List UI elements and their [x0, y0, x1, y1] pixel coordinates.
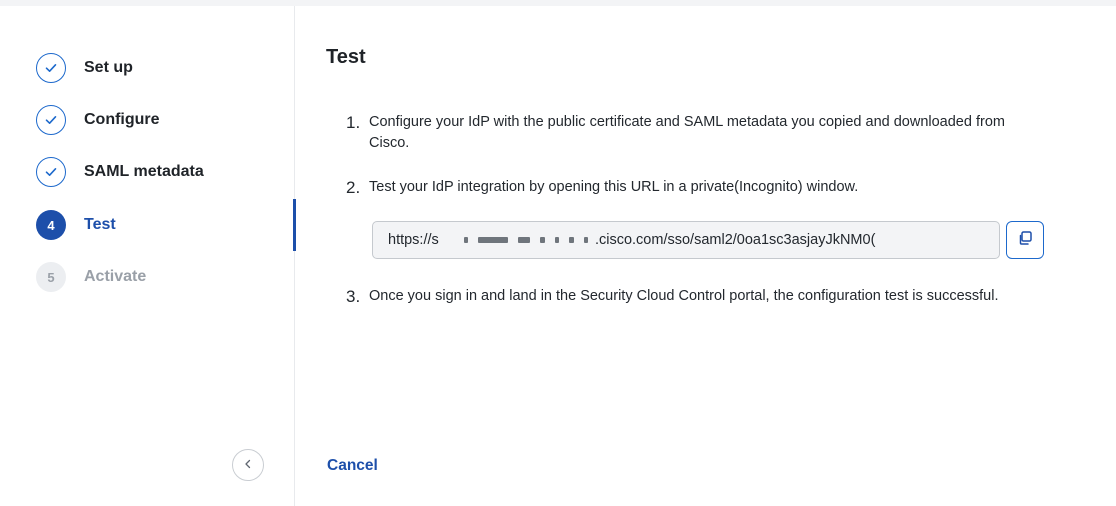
cancel-button[interactable]: Cancel — [327, 457, 378, 475]
copy-icon — [1017, 230, 1033, 251]
copy-url-button[interactable] — [1006, 221, 1044, 259]
instruction-item: 1. Configure your IdP with the public ce… — [346, 112, 1006, 154]
test-url-field[interactable]: https://s .cisco.com/sso/saml2/0oa1sc3as… — [372, 221, 1000, 259]
check-circle-icon — [36, 157, 66, 187]
url-suffix: .cisco.com/sso/saml2/0oa1sc3asjayJkNM0( — [594, 232, 876, 248]
saml-setup-wizard: Set up Configure SAML metadata 4 Test 5 … — [0, 0, 1116, 506]
instruction-item: 2. Test your IdP integration by opening … — [346, 177, 1006, 198]
main-content: Test 1. Configure your IdP with the publ… — [296, 6, 1116, 506]
instruction-number: 1. — [346, 113, 361, 132]
step-number-badge: 4 — [36, 210, 66, 240]
url-prefix: https://s — [388, 232, 439, 248]
wizard-sidebar: Set up Configure SAML metadata 4 Test 5 … — [0, 6, 296, 506]
step-label: Activate — [84, 268, 147, 285]
step-label: Set up — [84, 59, 133, 76]
chevron-left-icon — [243, 456, 253, 474]
step-activate[interactable]: 5 Activate — [36, 261, 291, 293]
instruction-number: 2. — [346, 178, 361, 197]
instruction-number: 3. — [346, 287, 361, 306]
step-set-up[interactable]: Set up — [36, 52, 291, 84]
step-label: SAML metadata — [84, 163, 204, 180]
step-configure[interactable]: Configure — [36, 104, 291, 136]
instruction-item: 3. Once you sign in and land in the Secu… — [346, 286, 1006, 307]
step-label: Configure — [84, 111, 160, 128]
step-saml-metadata[interactable]: SAML metadata — [36, 156, 291, 188]
page-title: Test — [326, 46, 366, 68]
step-number-badge: 5 — [36, 262, 66, 292]
instruction-text: Configure your IdP with the public certi… — [369, 114, 1005, 151]
redacted-text — [461, 232, 591, 248]
check-circle-icon — [36, 105, 66, 135]
step-test[interactable]: 4 Test — [36, 209, 291, 241]
step-label: Test — [84, 216, 116, 233]
instruction-text: Test your IdP integration by opening thi… — [369, 179, 859, 195]
check-circle-icon — [36, 53, 66, 83]
collapse-sidebar-button[interactable] — [232, 449, 264, 481]
instruction-text: Once you sign in and land in the Securit… — [369, 288, 999, 304]
